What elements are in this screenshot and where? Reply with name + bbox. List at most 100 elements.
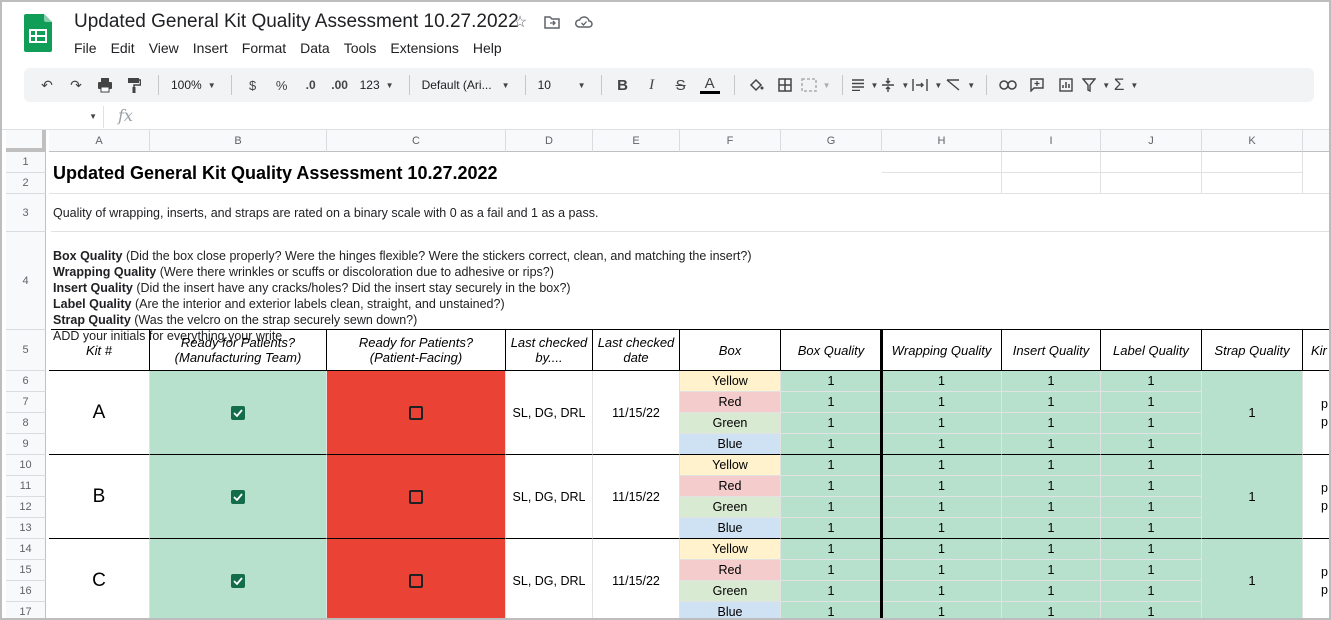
score-cell-i[interactable]: 1 bbox=[1002, 581, 1101, 602]
score-cell-h[interactable]: 1 bbox=[882, 539, 1002, 560]
row-header-13[interactable]: 13 bbox=[6, 518, 46, 539]
insert-chart-icon[interactable] bbox=[1053, 72, 1079, 98]
box-color-cell[interactable]: Green bbox=[680, 497, 781, 518]
score-cell-j[interactable]: 1 bbox=[1101, 560, 1202, 581]
header-last-checked-by[interactable]: Last checked by.... bbox=[506, 330, 593, 371]
score-cell-h[interactable]: 1 bbox=[882, 518, 1002, 539]
zoom-select[interactable]: 100% ▼ bbox=[167, 72, 220, 98]
column-header-e[interactable]: E bbox=[593, 130, 680, 152]
row-header-11[interactable]: 11 bbox=[6, 476, 46, 497]
score-cell-g[interactable]: 1 bbox=[781, 539, 882, 560]
column-header-f[interactable]: F bbox=[680, 130, 781, 152]
row-header-3[interactable]: 3 bbox=[6, 194, 46, 232]
score-cell-i[interactable]: 1 bbox=[1002, 497, 1101, 518]
last-checked-by-cell[interactable]: SL, DG, DRL bbox=[506, 539, 593, 618]
percent-format-button[interactable]: % bbox=[269, 72, 295, 98]
column-header-i[interactable]: I bbox=[1002, 130, 1101, 152]
horizontal-align-icon[interactable]: ▼ bbox=[851, 72, 878, 98]
strap-quality-cell[interactable]: 1 bbox=[1202, 455, 1303, 539]
score-cell-j[interactable]: 1 bbox=[1101, 455, 1202, 476]
rating-description-cell[interactable]: Quality of wrapping, inserts, and straps… bbox=[51, 194, 1329, 232]
score-cell-i[interactable]: 1 bbox=[1002, 455, 1101, 476]
print-icon[interactable] bbox=[92, 72, 118, 98]
score-cell-i[interactable]: 1 bbox=[1002, 518, 1101, 539]
more-formats-select[interactable]: 123 ▼ bbox=[356, 72, 398, 98]
score-cell-h[interactable]: 1 bbox=[882, 434, 1002, 455]
header-label-quality[interactable]: Label Quality bbox=[1101, 330, 1202, 371]
cell-k2[interactable] bbox=[1202, 173, 1303, 194]
row-header-14[interactable]: 14 bbox=[6, 539, 46, 560]
kit-id-cell[interactable]: A bbox=[49, 371, 150, 455]
last-checked-by-cell[interactable]: SL, DG, DRL bbox=[506, 371, 593, 455]
cell-i1[interactable] bbox=[1002, 152, 1101, 173]
fill-color-icon[interactable] bbox=[743, 72, 769, 98]
score-cell-g[interactable]: 1 bbox=[781, 455, 882, 476]
bold-button[interactable]: B bbox=[610, 72, 636, 98]
redo-icon[interactable]: ↷ bbox=[63, 72, 89, 98]
score-cell-h[interactable]: 1 bbox=[882, 371, 1002, 392]
strikethrough-button[interactable]: S bbox=[668, 72, 694, 98]
menu-help[interactable]: Help bbox=[473, 40, 508, 56]
score-cell-g[interactable]: 1 bbox=[781, 497, 882, 518]
box-color-cell[interactable]: Red bbox=[680, 476, 781, 497]
score-cell-g[interactable]: 1 bbox=[781, 581, 882, 602]
score-cell-j[interactable]: 1 bbox=[1101, 434, 1202, 455]
header-insert-quality[interactable]: Insert Quality bbox=[1002, 330, 1101, 371]
header-ready-patient-facing[interactable]: Ready for Patients? (Patient-Facing) bbox=[327, 330, 506, 371]
score-cell-g[interactable]: 1 bbox=[781, 476, 882, 497]
cell-j2[interactable] bbox=[1101, 173, 1202, 194]
column-header-g[interactable]: G bbox=[781, 130, 882, 152]
row-header-16[interactable]: 16 bbox=[6, 581, 46, 602]
menu-data[interactable]: Data bbox=[300, 40, 336, 56]
box-color-cell[interactable]: Red bbox=[680, 392, 781, 413]
score-cell-g[interactable]: 1 bbox=[781, 392, 882, 413]
name-box[interactable]: ▼ bbox=[6, 106, 104, 128]
last-checked-by-cell[interactable]: SL, DG, DRL bbox=[506, 455, 593, 539]
filter-icon[interactable]: ▼ bbox=[1082, 72, 1110, 98]
box-color-cell[interactable]: Blue bbox=[680, 602, 781, 618]
score-cell-g[interactable]: 1 bbox=[781, 602, 882, 618]
column-header-k[interactable]: K bbox=[1202, 130, 1303, 152]
ready-patient-facing-cell[interactable] bbox=[327, 539, 506, 618]
row-header-17[interactable]: 17 bbox=[6, 602, 46, 618]
score-cell-j[interactable]: 1 bbox=[1101, 413, 1202, 434]
row-header-1[interactable]: 1 bbox=[6, 152, 46, 173]
checkbox-unchecked-icon[interactable] bbox=[409, 405, 423, 420]
score-cell-g[interactable]: 1 bbox=[781, 413, 882, 434]
font-size-select[interactable]: 10 ▼ bbox=[534, 72, 590, 98]
column-header-b[interactable]: B bbox=[150, 130, 327, 152]
score-cell-h[interactable]: 1 bbox=[882, 602, 1002, 618]
text-wrapping-icon[interactable]: ▼ bbox=[912, 72, 942, 98]
score-cell-h[interactable]: 1 bbox=[882, 497, 1002, 518]
decrease-decimal-button[interactable]: .0 bbox=[298, 72, 324, 98]
score-cell-i[interactable]: 1 bbox=[1002, 539, 1101, 560]
menu-format[interactable]: Format bbox=[242, 40, 292, 56]
score-cell-g[interactable]: 1 bbox=[781, 518, 882, 539]
checkbox-unchecked-icon[interactable] bbox=[409, 573, 423, 588]
menu-view[interactable]: View bbox=[149, 40, 185, 56]
header-ready-manufacturing[interactable]: Ready for Patients? (Manufacturing Team) bbox=[150, 330, 327, 371]
score-cell-i[interactable]: 1 bbox=[1002, 434, 1101, 455]
cloud-saved-icon[interactable] bbox=[574, 12, 594, 32]
score-cell-g[interactable]: 1 bbox=[781, 434, 882, 455]
score-cell-i[interactable]: 1 bbox=[1002, 560, 1101, 581]
score-cell-i[interactable]: 1 bbox=[1002, 602, 1101, 618]
text-color-button[interactable]: A bbox=[697, 72, 723, 98]
last-checked-date-cell[interactable]: 11/15/22 bbox=[593, 455, 680, 539]
column-header-j[interactable]: J bbox=[1101, 130, 1202, 152]
column-header-a[interactable]: A bbox=[49, 130, 150, 152]
undo-icon[interactable]: ↶ bbox=[34, 72, 60, 98]
sheets-logo-icon[interactable] bbox=[24, 14, 52, 52]
kit-id-cell[interactable]: B bbox=[49, 455, 150, 539]
functions-icon[interactable]: Σ ▼ bbox=[1113, 72, 1139, 98]
menu-edit[interactable]: Edit bbox=[111, 40, 141, 56]
header-wrapping-quality[interactable]: Wrapping Quality bbox=[882, 330, 1002, 371]
ready-manufacturing-cell[interactable] bbox=[150, 455, 327, 539]
menu-file[interactable]: File bbox=[74, 40, 103, 56]
column-header-d[interactable]: D bbox=[506, 130, 593, 152]
column-header-h[interactable]: H bbox=[882, 130, 1002, 152]
sheet-title-cell[interactable]: Updated General Kit Quality Assessment 1… bbox=[51, 152, 881, 194]
score-cell-h[interactable]: 1 bbox=[882, 392, 1002, 413]
box-color-cell[interactable]: Yellow bbox=[680, 371, 781, 392]
last-checked-date-cell[interactable]: 11/15/22 bbox=[593, 539, 680, 618]
